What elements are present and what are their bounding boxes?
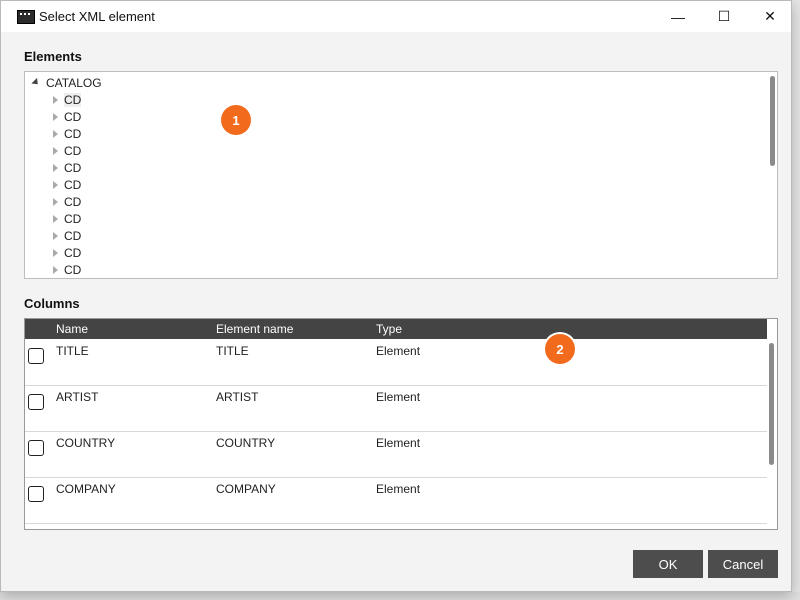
column-header-name[interactable]: Name bbox=[56, 322, 88, 336]
background-panel bbox=[792, 0, 800, 600]
cell-element-name: TITLE bbox=[216, 344, 249, 358]
tree-node-label: CD bbox=[64, 92, 82, 107]
tree-node-label: CD bbox=[64, 245, 82, 260]
cell-name: COUNTRY bbox=[56, 436, 116, 450]
background-strip bbox=[0, 592, 800, 600]
tree-node-cd[interactable]: CD bbox=[53, 91, 82, 108]
collapsed-arrow-icon[interactable] bbox=[53, 95, 58, 104]
tree-node-label: CD bbox=[64, 228, 82, 243]
table-row[interactable]: ARTIST ARTIST Element bbox=[25, 385, 767, 432]
collapsed-arrow-icon[interactable] bbox=[53, 180, 58, 189]
collapsed-arrow-icon[interactable] bbox=[53, 265, 58, 274]
row-checkbox[interactable] bbox=[28, 394, 44, 410]
column-header-element-name[interactable]: Element name bbox=[216, 322, 293, 336]
app-icon bbox=[17, 10, 35, 24]
tree-node-label: CD bbox=[64, 194, 82, 209]
cell-type: Element bbox=[376, 344, 421, 358]
tree-node-label: CD bbox=[64, 262, 82, 277]
tree-node-label: CD bbox=[64, 177, 82, 192]
tree-node-cd[interactable]: CD bbox=[53, 261, 81, 278]
cell-name: ARTIST bbox=[56, 390, 99, 404]
tree-node-cd[interactable]: CD bbox=[53, 193, 81, 210]
cell-type: Element bbox=[376, 390, 421, 404]
tree-node-catalog[interactable]: CATALOG bbox=[31, 74, 102, 91]
row-checkbox[interactable] bbox=[28, 440, 44, 456]
collapsed-arrow-icon[interactable] bbox=[53, 112, 58, 121]
collapsed-arrow-icon[interactable] bbox=[53, 129, 58, 138]
tree-node-cd[interactable]: CD bbox=[53, 210, 81, 227]
ok-button[interactable]: OK bbox=[633, 550, 703, 578]
tree-node-cd[interactable]: CD bbox=[53, 176, 81, 193]
collapsed-arrow-icon[interactable] bbox=[53, 231, 58, 240]
maximize-button[interactable]: ☐ bbox=[701, 1, 747, 32]
collapsed-arrow-icon[interactable] bbox=[53, 146, 58, 155]
callout-badge-2: 2 bbox=[545, 334, 575, 364]
row-checkbox[interactable] bbox=[28, 348, 44, 364]
title-bar: Select XML element — ☐ ✕ bbox=[1, 1, 791, 32]
cancel-button[interactable]: Cancel bbox=[708, 550, 778, 578]
maximize-icon: ☐ bbox=[717, 8, 731, 24]
expanded-arrow-icon[interactable] bbox=[31, 77, 41, 88]
tree-node-cd[interactable]: CD bbox=[53, 227, 81, 244]
cell-element-name: COMPANY bbox=[216, 482, 276, 496]
tree-node-cd[interactable]: CD bbox=[53, 108, 81, 125]
close-button[interactable]: ✕ bbox=[747, 1, 793, 32]
column-header-type[interactable]: Type bbox=[376, 322, 402, 336]
tree-node-cd[interactable]: CD bbox=[53, 142, 81, 159]
select-xml-element-dialog: Select XML element — ☐ ✕ Elements CATALO… bbox=[0, 0, 792, 592]
elements-label: Elements bbox=[24, 49, 82, 64]
table-row[interactable]: COMPANY COMPANY Element bbox=[25, 477, 767, 524]
tree-node-cd[interactable]: CD bbox=[53, 244, 81, 261]
minimize-icon: — bbox=[671, 8, 685, 25]
cell-name: COMPANY bbox=[56, 482, 116, 496]
tree-node-label: CD bbox=[64, 126, 82, 141]
collapsed-arrow-icon[interactable] bbox=[53, 248, 58, 257]
elements-scrollbar[interactable] bbox=[770, 76, 775, 166]
collapsed-arrow-icon[interactable] bbox=[53, 163, 58, 172]
columns-scrollbar[interactable] bbox=[769, 343, 774, 465]
tree-node-label: CD bbox=[64, 160, 82, 175]
tree-node-label: CD bbox=[64, 143, 82, 158]
tree-node-label: CD bbox=[64, 211, 82, 226]
cell-element-name: ARTIST bbox=[216, 390, 259, 404]
tree-node-cd[interactable]: CD bbox=[53, 159, 81, 176]
collapsed-arrow-icon[interactable] bbox=[53, 197, 58, 206]
close-icon: ✕ bbox=[764, 8, 776, 24]
table-row[interactable]: TITLE TITLE Element bbox=[25, 339, 767, 386]
cell-type: Element bbox=[376, 482, 421, 496]
columns-label: Columns bbox=[24, 296, 80, 311]
cell-element-name: COUNTRY bbox=[216, 436, 276, 450]
callout-badge-1: 1 bbox=[221, 105, 251, 135]
cell-name: TITLE bbox=[56, 344, 89, 358]
elements-tree[interactable]: CATALOG CD CD CD CD CD CD CD CD CD CD CD bbox=[24, 71, 778, 279]
tree-node-label: CATALOG bbox=[46, 75, 102, 90]
tree-node-label: CD bbox=[64, 109, 82, 124]
window-title: Select XML element bbox=[39, 9, 155, 24]
table-row[interactable]: COUNTRY COUNTRY Element bbox=[25, 431, 767, 478]
columns-table: Name Element name Type TITLE TITLE Eleme… bbox=[24, 318, 778, 530]
cell-type: Element bbox=[376, 436, 421, 450]
table-header: Name Element name Type bbox=[25, 319, 767, 339]
minimize-button[interactable]: — bbox=[655, 1, 701, 32]
tree-node-cd[interactable]: CD bbox=[53, 125, 81, 142]
collapsed-arrow-icon[interactable] bbox=[53, 214, 58, 223]
row-checkbox[interactable] bbox=[28, 486, 44, 502]
